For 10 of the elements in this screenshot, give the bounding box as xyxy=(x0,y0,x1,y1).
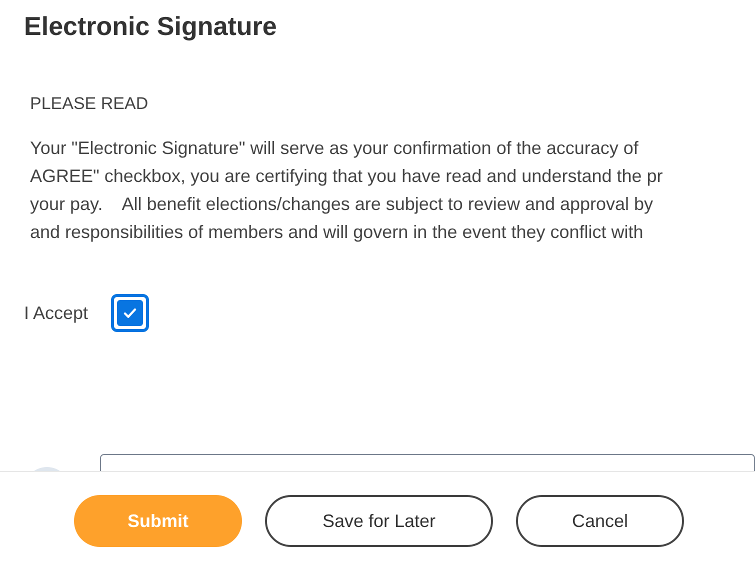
cancel-button[interactable]: Cancel xyxy=(516,495,684,547)
paragraph-line: and responsibilities of members and will govern in the event they conflict with xyxy=(30,221,644,244)
save-button[interactable]: Save for Later xyxy=(265,495,493,547)
section-heading: PLEASE READ xyxy=(30,93,148,115)
page-title: Electronic Signature xyxy=(24,10,277,43)
accept-label: I Accept xyxy=(24,302,88,324)
paragraph-line: your pay. All benefit elections/changes are subject to review and approval by xyxy=(30,193,654,216)
paragraph-line: AGREE" checkbox, you are certifying that you have read and understand the pr xyxy=(30,165,663,188)
paragraph-line: Your "Electronic Signature" will serve as your confirmation of the accuracy of xyxy=(30,137,638,160)
accept-checkbox[interactable] xyxy=(111,294,150,332)
